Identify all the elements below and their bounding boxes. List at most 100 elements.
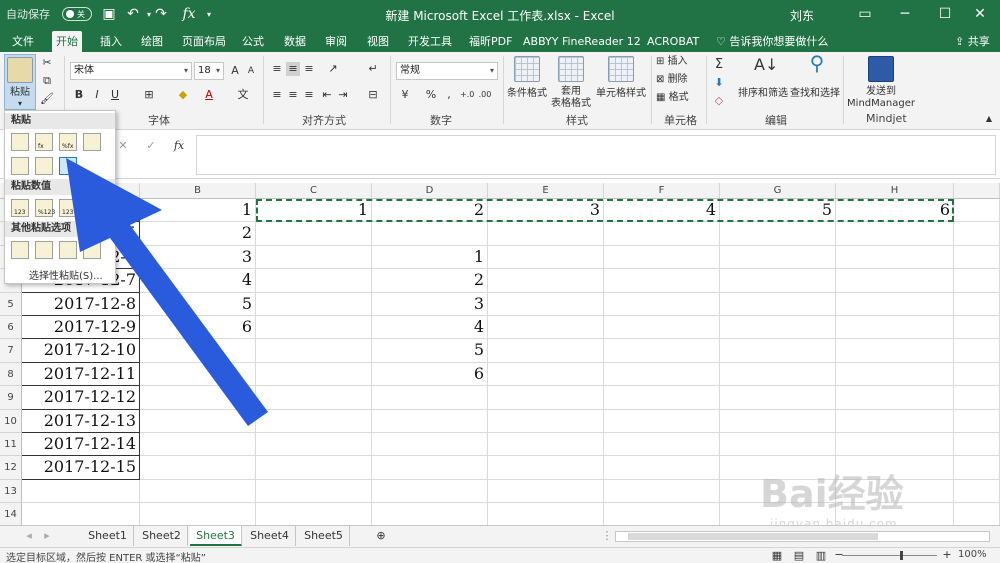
- cell[interactable]: [256, 433, 372, 457]
- decrease-font-icon[interactable]: A: [244, 64, 258, 78]
- align-top-icon[interactable]: ≡: [270, 62, 284, 76]
- cell[interactable]: [256, 503, 372, 527]
- cell[interactable]: [488, 316, 604, 340]
- cell[interactable]: [836, 339, 954, 363]
- conditional-format-button[interactable]: 条件格式: [506, 56, 548, 106]
- fill-icon[interactable]: ⬇: [712, 76, 726, 90]
- values-icon[interactable]: 123: [11, 199, 29, 217]
- cell[interactable]: [372, 503, 488, 527]
- value-cell[interactable]: 4: [140, 269, 256, 293]
- cancel-icon[interactable]: ✕: [116, 139, 130, 153]
- cell[interactable]: [140, 503, 256, 527]
- date-cell[interactable]: 2017-12-10: [22, 339, 140, 363]
- date-cell[interactable]: 2017-12-14: [22, 433, 140, 457]
- tab-draw[interactable]: 绘图: [137, 31, 167, 52]
- cell[interactable]: [836, 292, 954, 316]
- cell[interactable]: [256, 386, 372, 410]
- date-cell[interactable]: 2017-12-15: [22, 456, 140, 480]
- sheet-tab[interactable]: Sheet2: [136, 526, 188, 546]
- formula-input[interactable]: [196, 135, 996, 175]
- cell[interactable]: [140, 362, 256, 387]
- cell[interactable]: [604, 316, 720, 340]
- row-header[interactable]: 11: [0, 433, 22, 457]
- value-cell[interactable]: 3: [140, 245, 256, 270]
- tab-data[interactable]: 数据: [280, 31, 310, 52]
- value-cell[interactable]: 1: [372, 245, 488, 270]
- copy-icon[interactable]: ⧉: [40, 74, 54, 88]
- increase-font-icon[interactable]: A: [228, 64, 242, 78]
- fill-color-icon[interactable]: ◆: [176, 88, 190, 102]
- paste-special-menu-item[interactable]: 选择性粘贴(S)...: [29, 267, 103, 282]
- cell[interactable]: [488, 409, 604, 433]
- cell[interactable]: [488, 292, 604, 316]
- copied-cell[interactable]: 2: [372, 199, 488, 223]
- cell[interactable]: [836, 386, 954, 410]
- page-break-view-icon[interactable]: ▥: [814, 549, 828, 563]
- cell[interactable]: [488, 456, 604, 480]
- column-header[interactable]: F: [604, 183, 720, 199]
- cell[interactable]: [256, 456, 372, 480]
- cell[interactable]: [836, 409, 954, 433]
- scroll-right-icon[interactable]: ▸: [40, 529, 54, 543]
- sheet-tab[interactable]: Sheet5: [298, 526, 350, 546]
- send-to-mindmanager-button[interactable]: 发送到 MindManager: [846, 56, 916, 110]
- cell[interactable]: [604, 409, 720, 433]
- cell[interactable]: [836, 222, 954, 246]
- cell[interactable]: [140, 456, 256, 480]
- tab-view[interactable]: 视图: [363, 31, 393, 52]
- font-size-select[interactable]: 18 ▾: [194, 62, 224, 80]
- cell[interactable]: [22, 503, 140, 527]
- cell[interactable]: [256, 362, 372, 387]
- cell[interactable]: [954, 362, 1000, 387]
- value-cell[interactable]: 6: [140, 316, 256, 340]
- align-left-icon[interactable]: ≡: [270, 88, 284, 102]
- sheet-tab-active[interactable]: Sheet3: [190, 526, 242, 546]
- copied-cell[interactable]: 1: [256, 199, 372, 223]
- linked-picture-icon[interactable]: [83, 241, 101, 259]
- value-cell[interactable]: 5: [372, 339, 488, 363]
- cell[interactable]: [720, 409, 836, 433]
- cell[interactable]: [604, 245, 720, 270]
- date-cell[interactable]: 2017-12-12: [22, 386, 140, 410]
- sort-filter-button[interactable]: A↓ 排序和筛选: [738, 56, 788, 106]
- column-header[interactable]: [954, 183, 1000, 199]
- comma-button[interactable]: ,: [442, 88, 456, 102]
- copied-cell[interactable]: 5: [720, 199, 836, 223]
- cell[interactable]: [954, 222, 1000, 246]
- bold-button[interactable]: B: [72, 88, 86, 102]
- cell[interactable]: [488, 479, 604, 504]
- no-borders-icon[interactable]: [11, 157, 29, 175]
- confirm-icon[interactable]: ✓: [144, 139, 158, 153]
- row-header[interactable]: 8: [0, 362, 22, 387]
- cell[interactable]: [720, 433, 836, 457]
- cell-styles-button[interactable]: 单元格样式: [594, 56, 648, 106]
- cell[interactable]: [604, 386, 720, 410]
- align-middle-icon[interactable]: ≡: [286, 62, 300, 76]
- align-center-icon[interactable]: ≡: [286, 88, 300, 102]
- cell[interactable]: [954, 199, 1000, 223]
- share-button[interactable]: ⇪ 共享: [955, 33, 990, 49]
- cell[interactable]: [604, 479, 720, 504]
- cell[interactable]: [140, 339, 256, 363]
- minimize-icon[interactable]: ─: [885, 2, 925, 26]
- cell[interactable]: [720, 222, 836, 246]
- insert-function-icon[interactable]: fx: [172, 139, 186, 153]
- scrollbar-thumb[interactable]: [628, 533, 878, 540]
- paste-formulas-number-format-icon[interactable]: %fx: [59, 133, 77, 151]
- cell[interactable]: [488, 339, 604, 363]
- cell[interactable]: [488, 362, 604, 387]
- align-bottom-icon[interactable]: ≡: [302, 62, 316, 76]
- cell[interactable]: [256, 339, 372, 363]
- date-cell[interactable]: 2017-12-11: [22, 362, 140, 387]
- delete-cells-button[interactable]: ⊠ 删除: [656, 74, 706, 88]
- cell[interactable]: [256, 316, 372, 340]
- row-header[interactable]: 7: [0, 339, 22, 363]
- column-header[interactable]: B: [140, 183, 256, 199]
- cell[interactable]: [954, 292, 1000, 316]
- date-cell[interactable]: 2017-12-8: [22, 292, 140, 316]
- tab-acrobat[interactable]: ACROBAT: [643, 31, 703, 52]
- cell[interactable]: [836, 316, 954, 340]
- insert-cells-button[interactable]: ⊞ 插入: [656, 56, 706, 70]
- tab-formulas[interactable]: 公式: [238, 31, 268, 52]
- cell[interactable]: [954, 433, 1000, 457]
